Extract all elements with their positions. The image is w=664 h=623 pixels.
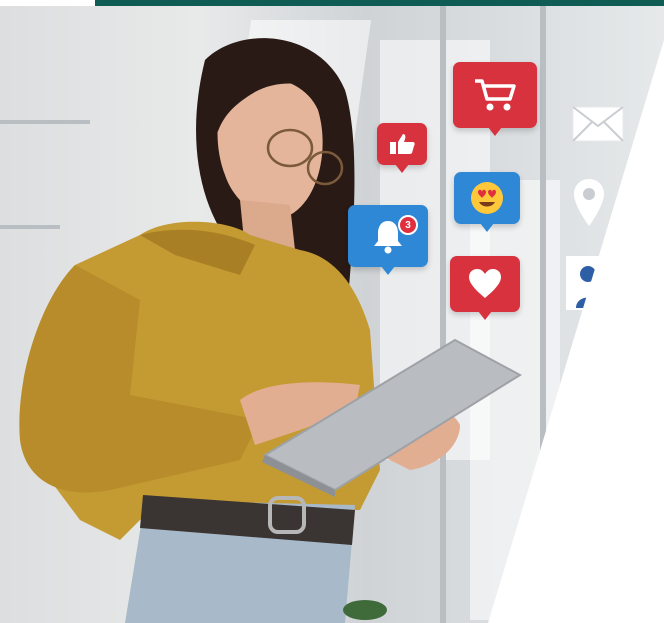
hero-image: 3 xyxy=(0,0,664,623)
top-bar-left xyxy=(0,0,95,6)
accent-top-bar xyxy=(95,0,664,6)
diagonal-white-panel xyxy=(488,40,664,623)
